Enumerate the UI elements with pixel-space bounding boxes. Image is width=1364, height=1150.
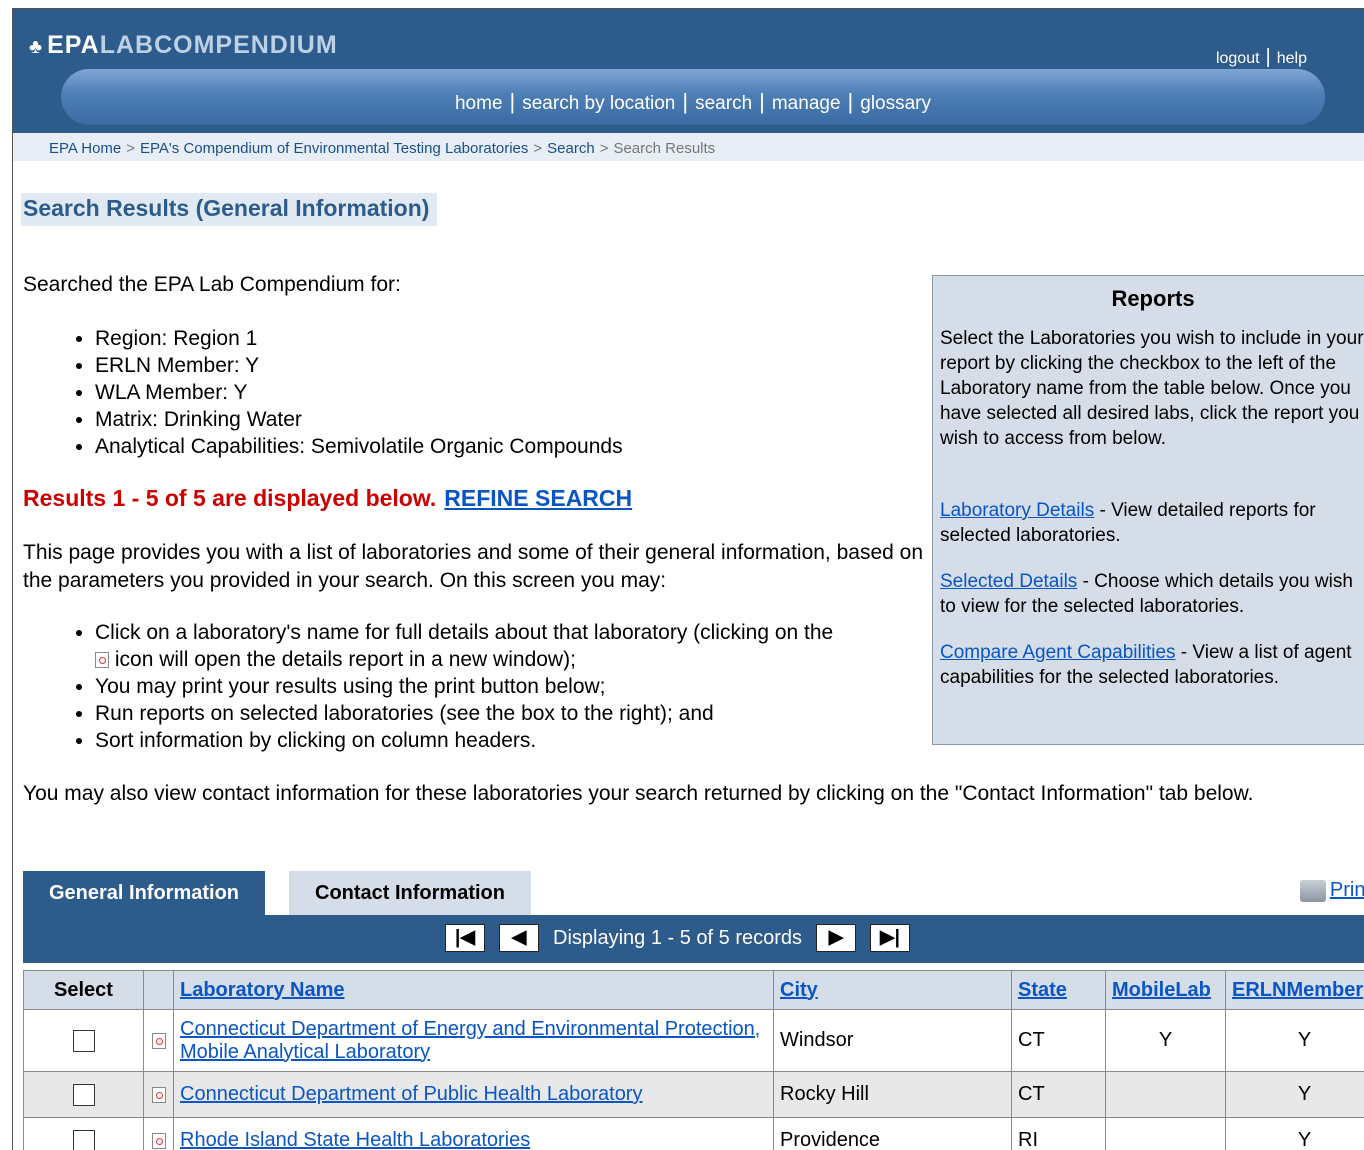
first-page-button[interactable]: |◀ bbox=[445, 924, 485, 952]
new-window-icon[interactable] bbox=[152, 1133, 166, 1149]
breadcrumb-search[interactable]: Search bbox=[547, 140, 595, 157]
erln-cell: Y bbox=[1226, 1010, 1364, 1072]
page-frame: ♣EPALABCOMPENDIUM logout|help home|searc… bbox=[12, 8, 1364, 1150]
leaf-logo-icon: ♣ bbox=[29, 36, 43, 58]
intro-paragraph: This page provides you with a list of la… bbox=[23, 539, 943, 595]
state-cell: CT bbox=[1012, 1010, 1106, 1072]
select-checkbox[interactable] bbox=[73, 1030, 95, 1052]
logo-text-rest: LABCOMPENDIUM bbox=[100, 31, 338, 59]
option-item: Click on a laboratory's name for full de… bbox=[95, 619, 975, 673]
logout-link[interactable]: logout bbox=[1216, 50, 1260, 67]
state-cell: CT bbox=[1012, 1072, 1106, 1118]
mobilelab-cell bbox=[1106, 1118, 1226, 1150]
help-link[interactable]: help bbox=[1277, 50, 1307, 67]
site-logo[interactable]: ♣EPALABCOMPENDIUM bbox=[29, 31, 338, 60]
printer-icon bbox=[1300, 880, 1326, 902]
table-row: Connecticut Department of Public Health … bbox=[24, 1072, 1364, 1118]
laboratory-name-link[interactable]: Rhode Island State Health Laboratories bbox=[180, 1129, 530, 1150]
mobilelab-cell: Y bbox=[1106, 1010, 1226, 1072]
city-cell: Windsor bbox=[774, 1010, 1012, 1072]
select-checkbox[interactable] bbox=[73, 1084, 95, 1106]
refine-search-link[interactable]: REFINE SEARCH bbox=[444, 485, 632, 511]
nav-manage[interactable]: manage bbox=[772, 93, 841, 114]
mobilelab-cell bbox=[1106, 1072, 1226, 1118]
report-compare-agent: Compare Agent Capabilities - View a list… bbox=[940, 640, 1364, 690]
laboratory-name-link[interactable]: Connecticut Department of Public Health … bbox=[180, 1083, 642, 1105]
record-count: Displaying 1 - 5 of 5 records bbox=[553, 927, 802, 949]
new-window-icon[interactable] bbox=[152, 1033, 166, 1049]
city-cell: Rocky Hill bbox=[774, 1072, 1012, 1118]
reports-intro: Select the Laboratories you wish to incl… bbox=[940, 326, 1364, 451]
reports-panel: Reports Select the Laboratories you wish… bbox=[932, 275, 1364, 745]
previous-page-button[interactable]: ◀ bbox=[499, 924, 539, 952]
next-page-button[interactable]: ▶ bbox=[816, 924, 856, 952]
site-header: ♣EPALABCOMPENDIUM logout|help home|searc… bbox=[13, 9, 1364, 133]
results-count-text: Results 1 - 5 of 5 are displayed below. bbox=[23, 485, 436, 511]
col-erlnmember[interactable]: ERLNMember bbox=[1226, 971, 1364, 1010]
state-cell: RI bbox=[1012, 1118, 1106, 1150]
nav-search[interactable]: search bbox=[695, 93, 752, 114]
erln-cell: Y bbox=[1226, 1072, 1364, 1118]
breadcrumb-compendium[interactable]: EPA's Compendium of Environmental Testin… bbox=[140, 140, 528, 157]
col-select: Select bbox=[24, 971, 144, 1010]
contact-note: You may also view contact information fo… bbox=[23, 781, 1353, 807]
laboratory-name-link[interactable]: Connecticut Department of Energy and Env… bbox=[180, 1018, 760, 1063]
results-table: Select Laboratory Name City State Mobile… bbox=[23, 970, 1364, 1150]
breadcrumb-current: Search Results bbox=[613, 140, 715, 157]
results-tabs: General Information Contact Information … bbox=[23, 871, 1364, 915]
select-checkbox[interactable] bbox=[73, 1130, 95, 1150]
nav-home[interactable]: home bbox=[455, 93, 503, 114]
option-item: Run reports on selected laboratories (se… bbox=[95, 700, 975, 727]
nav-glossary[interactable]: glossary bbox=[860, 93, 931, 114]
top-links: logout|help bbox=[1216, 46, 1307, 69]
selected-details-link[interactable]: Selected Details bbox=[940, 571, 1077, 592]
searched-label: Searched the EPA Lab Compendium for: bbox=[23, 273, 401, 297]
page-title: Search Results (General Information) bbox=[21, 193, 437, 226]
col-city[interactable]: City bbox=[774, 971, 1012, 1010]
table-row: Connecticut Department of Energy and Env… bbox=[24, 1010, 1364, 1072]
compare-agent-capabilities-link[interactable]: Compare Agent Capabilities bbox=[940, 642, 1176, 663]
option-item: Sort information by clicking on column h… bbox=[95, 727, 975, 754]
criteria-item: Analytical Capabilities: Semivolatile Or… bbox=[95, 433, 623, 460]
logo-text-bold: EPA bbox=[47, 31, 100, 59]
table-row: Rhode Island State Health Laboratories P… bbox=[24, 1118, 1364, 1150]
main-nav: home|search by location|search|manage|gl… bbox=[61, 69, 1325, 125]
col-mobilelab[interactable]: MobileLab bbox=[1106, 971, 1226, 1010]
new-window-icon[interactable] bbox=[152, 1087, 166, 1103]
options-list: Click on a laboratory's name for full de… bbox=[63, 619, 975, 754]
col-state[interactable]: State bbox=[1012, 971, 1106, 1010]
report-laboratory-details: Laboratory Details - View detailed repor… bbox=[940, 498, 1364, 548]
laboratory-details-link[interactable]: Laboratory Details bbox=[940, 500, 1094, 521]
nav-search-by-location[interactable]: search by location bbox=[522, 93, 675, 114]
erln-cell: Y bbox=[1226, 1118, 1364, 1150]
tab-general-information[interactable]: General Information bbox=[23, 871, 265, 915]
breadcrumb: EPA Home>EPA's Compendium of Environment… bbox=[13, 133, 1364, 161]
breadcrumb-epa-home[interactable]: EPA Home bbox=[49, 140, 121, 157]
criteria-item: Matrix: Drinking Water bbox=[95, 406, 623, 433]
new-window-icon bbox=[95, 652, 109, 668]
table-header-row: Select Laboratory Name City State Mobile… bbox=[24, 971, 1364, 1010]
tab-contact-information[interactable]: Contact Information bbox=[289, 871, 531, 915]
city-cell: Providence bbox=[774, 1118, 1012, 1150]
last-page-button[interactable]: ▶| bbox=[870, 924, 910, 952]
criteria-item: ERLN Member: Y bbox=[95, 352, 623, 379]
option-item: You may print your results using the pri… bbox=[95, 673, 975, 700]
col-icon bbox=[144, 971, 174, 1010]
results-summary: Results 1 - 5 of 5 are displayed below. R… bbox=[23, 485, 632, 512]
reports-title: Reports bbox=[933, 286, 1364, 312]
criteria-item: WLA Member: Y bbox=[95, 379, 623, 406]
pagination-bar: |◀ ◀ Displaying 1 - 5 of 5 records ▶ ▶| bbox=[23, 915, 1364, 963]
report-selected-details: Selected Details - Choose which details … bbox=[940, 569, 1364, 619]
print-button[interactable]: Print bbox=[1300, 879, 1364, 902]
col-laboratory-name[interactable]: Laboratory Name bbox=[174, 971, 774, 1010]
search-criteria-list: Region: Region 1 ERLN Member: Y WLA Memb… bbox=[63, 325, 623, 460]
criteria-item: Region: Region 1 bbox=[95, 325, 623, 352]
